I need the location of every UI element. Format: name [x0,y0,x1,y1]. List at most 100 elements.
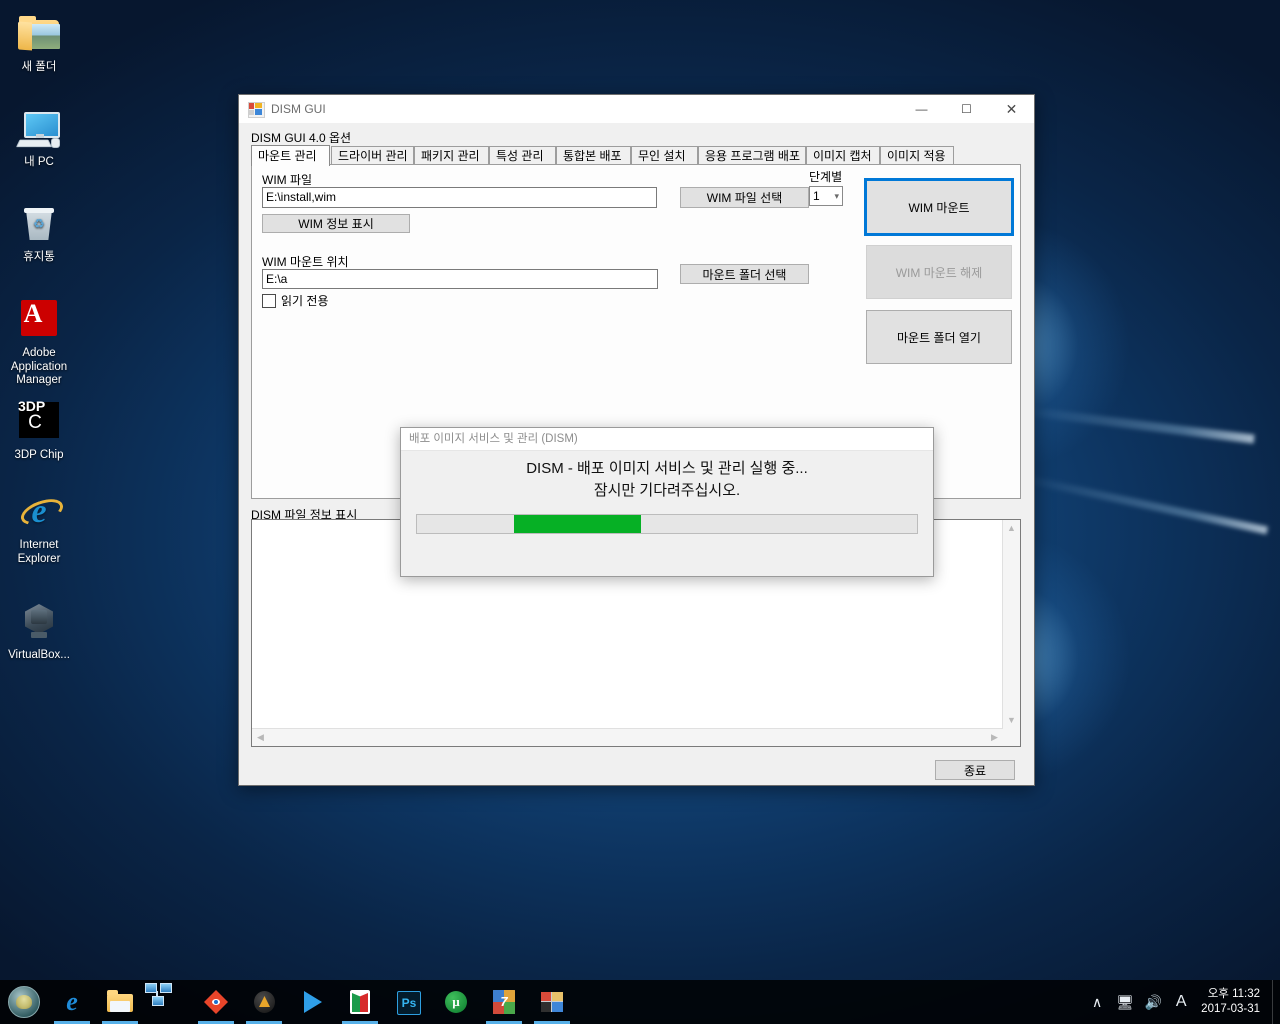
dialog-message-line2: 잠시만 기다려주십시오. [593,482,741,499]
desktop-icon-my-pc[interactable]: 내 PC [2,105,76,170]
3dp-chip-icon: 3DP C [15,398,63,446]
scroll-up-icon[interactable]: ▲ [1003,520,1020,537]
log-horizontal-scrollbar[interactable]: ◀ ▶ [252,728,1003,746]
wim-file-input[interactable]: E:\install,wim [262,187,657,208]
system-tray[interactable]: ∧ 🖥 🔊 A 오후 11:32 2017-03-31 [1083,980,1280,1024]
tab-application-deploy[interactable]: 응용 프로그램 배포 [698,146,806,165]
readonly-checkbox[interactable]: 읽기 전용 [262,292,329,309]
open-mount-folder-button[interactable]: 마운트 폴더 열기 [866,310,1012,364]
folder-icon [15,10,63,58]
desktop-icon-3dp-chip[interactable]: 3DP C 3DP Chip [2,398,76,463]
file-explorer-icon [106,988,134,1016]
tab-unattended-install[interactable]: 무인 설치 [631,146,698,165]
taskbar-item-color-app[interactable] [528,980,576,1024]
dism-gui-app-icon [248,101,265,118]
show-desktop-button[interactable] [1272,980,1280,1024]
utorrent-icon: µ [442,988,470,1016]
desktop-icon-label: Internet Explorer [17,539,61,565]
scroll-down-icon[interactable]: ▼ [1003,712,1020,729]
close-button[interactable]: ✕ [989,95,1034,123]
options-label: DISM GUI 4.0 옵션 [251,131,352,145]
progress-bar-chunk [514,515,641,533]
taskbar-item-utorrent[interactable]: µ [432,980,480,1024]
adobe-icon: A [15,296,63,344]
volume-icon[interactable]: 🔊 [1139,994,1167,1011]
internet-explorer-icon: e [15,488,67,536]
desktop-icon-recycle-bin[interactable]: ♻ 휴지통 [2,200,76,265]
quicklook-icon [202,988,230,1016]
taskbar-item-photoshop[interactable]: Ps [384,980,432,1024]
window-titlebar[interactable]: DISM GUI — ☐ ✕ [239,95,1034,124]
desktop-icon-adobe-application-manager[interactable]: A Adobe Application Manager [0,296,78,388]
clock-time: 오후 11:32 [1207,988,1260,1000]
7zip-icon: 7 [490,988,518,1016]
recycle-bin-icon: ♻ [15,200,63,248]
tab-image-apply[interactable]: 이미지 적용 [880,146,954,165]
log-vertical-scrollbar[interactable]: ▲ ▼ [1002,520,1020,729]
taskbar-item-media-player[interactable] [288,980,336,1024]
taskbar[interactable]: e Ps µ 7 ∧ 🖥 🔊 A 오후 11:32 2017-03-31 [0,980,1280,1024]
taskbar-item-7zip[interactable]: 7 [480,980,528,1024]
wim-file-select-button[interactable]: WIM 파일 선택 [680,187,809,208]
edge-icon: e [66,987,78,1016]
wim-mount-path-input[interactable]: E:\a [262,269,658,289]
desktop-icon-new-folder[interactable]: 새 폴더 [2,10,76,75]
checkbox-box[interactable] [262,293,276,308]
network-tools-icon [144,980,172,1008]
ime-indicator[interactable]: A [1167,993,1195,1011]
scroll-right-icon[interactable]: ▶ [986,729,1003,746]
tab-strip[interactable]: 마운트 관리 드라이버 관리 패키지 관리 특성 관리 통합본 배포 무인 설치… [251,145,1021,166]
mount-folder-select-button[interactable]: 마운트 폴더 선택 [680,264,809,284]
maximize-button[interactable]: ☐ [944,95,989,123]
wim-file-label: WIM 파일 [262,173,313,187]
desktop-icon-label: 내 PC [24,156,54,168]
step-dropdown-value: 1 [813,188,820,203]
network-icon[interactable]: 🖥 [1111,994,1139,1011]
clock-date: 2017-03-31 [1201,1003,1260,1015]
color-app-icon [538,988,566,1016]
desktop-icon-internet-explorer[interactable]: e Internet Explorer [2,488,76,566]
taskbar-item-file-explorer[interactable] [96,980,144,1024]
taskbar-item-edge[interactable]: e [48,980,96,1024]
wim-info-button[interactable]: WIM 정보 표시 [262,214,410,233]
tab-mount-management[interactable]: 마운트 관리 [251,145,330,166]
desktop-icon-label: 3DP Chip [14,449,64,461]
tab-package-management[interactable]: 패키지 관리 [414,146,489,165]
step-dropdown[interactable]: 1 ▾ [809,186,843,206]
readonly-checkbox-label: 읽기 전용 [281,294,329,308]
dialog-title: 배포 이미지 서비스 및 관리 (DISM) [401,428,933,451]
clock[interactable]: 오후 11:32 2017-03-31 [1195,987,1272,1017]
start-orb-icon [8,986,40,1018]
scroll-left-icon[interactable]: ◀ [252,729,269,746]
dialog-message: DISM - 배포 이미지 서비스 및 관리 실행 중... 잠시만 기다려주십… [401,458,933,502]
tab-feature-management[interactable]: 특성 관리 [489,146,556,165]
taskbar-item-amd[interactable] [240,980,288,1024]
start-button[interactable] [0,980,48,1024]
chevron-down-icon: ▾ [834,190,839,201]
wim-mount-path-label: WIM 마운트 위치 [262,255,349,269]
virtualbox-icon [15,598,63,646]
taskbar-item-quicklook[interactable] [192,980,240,1024]
wim-unmount-button[interactable]: WIM 마운트 해제 [866,245,1012,299]
minimize-button[interactable]: — [899,95,944,123]
desktop-icon-label: VirtualBox... [8,649,70,661]
dialog-message-line1: DISM - 배포 이미지 서비스 및 관리 실행 중... [526,460,808,477]
taskbar-item-network-tools[interactable] [144,980,192,1024]
desktop-icon-label: 새 폴더 [21,61,57,73]
exit-button[interactable]: 종료 [935,760,1015,780]
tab-integrated-deploy[interactable]: 통합본 배포 [556,146,631,165]
desktop-icon-virtualbox[interactable]: VirtualBox... [0,598,78,663]
desktop-icon-label: 휴지통 [23,251,55,263]
dism-progress-dialog[interactable]: 배포 이미지 서비스 및 관리 (DISM) DISM - 배포 이미지 서비스… [400,427,934,577]
computer-icon [15,105,63,153]
amd-icon [250,988,278,1016]
desktop-icon-label: Adobe Application Manager [10,347,68,386]
taskbar-item-pdf-reader[interactable] [336,980,384,1024]
show-hidden-icons-chevron-icon[interactable]: ∧ [1083,994,1111,1011]
media-player-icon [298,988,326,1016]
tab-image-capture[interactable]: 이미지 캡처 [806,146,880,165]
tab-driver-management[interactable]: 드라이버 관리 [331,146,414,165]
wim-mount-button[interactable]: WIM 마운트 [864,178,1014,236]
progress-bar [416,514,918,534]
scrollbar-corner [1003,729,1020,746]
